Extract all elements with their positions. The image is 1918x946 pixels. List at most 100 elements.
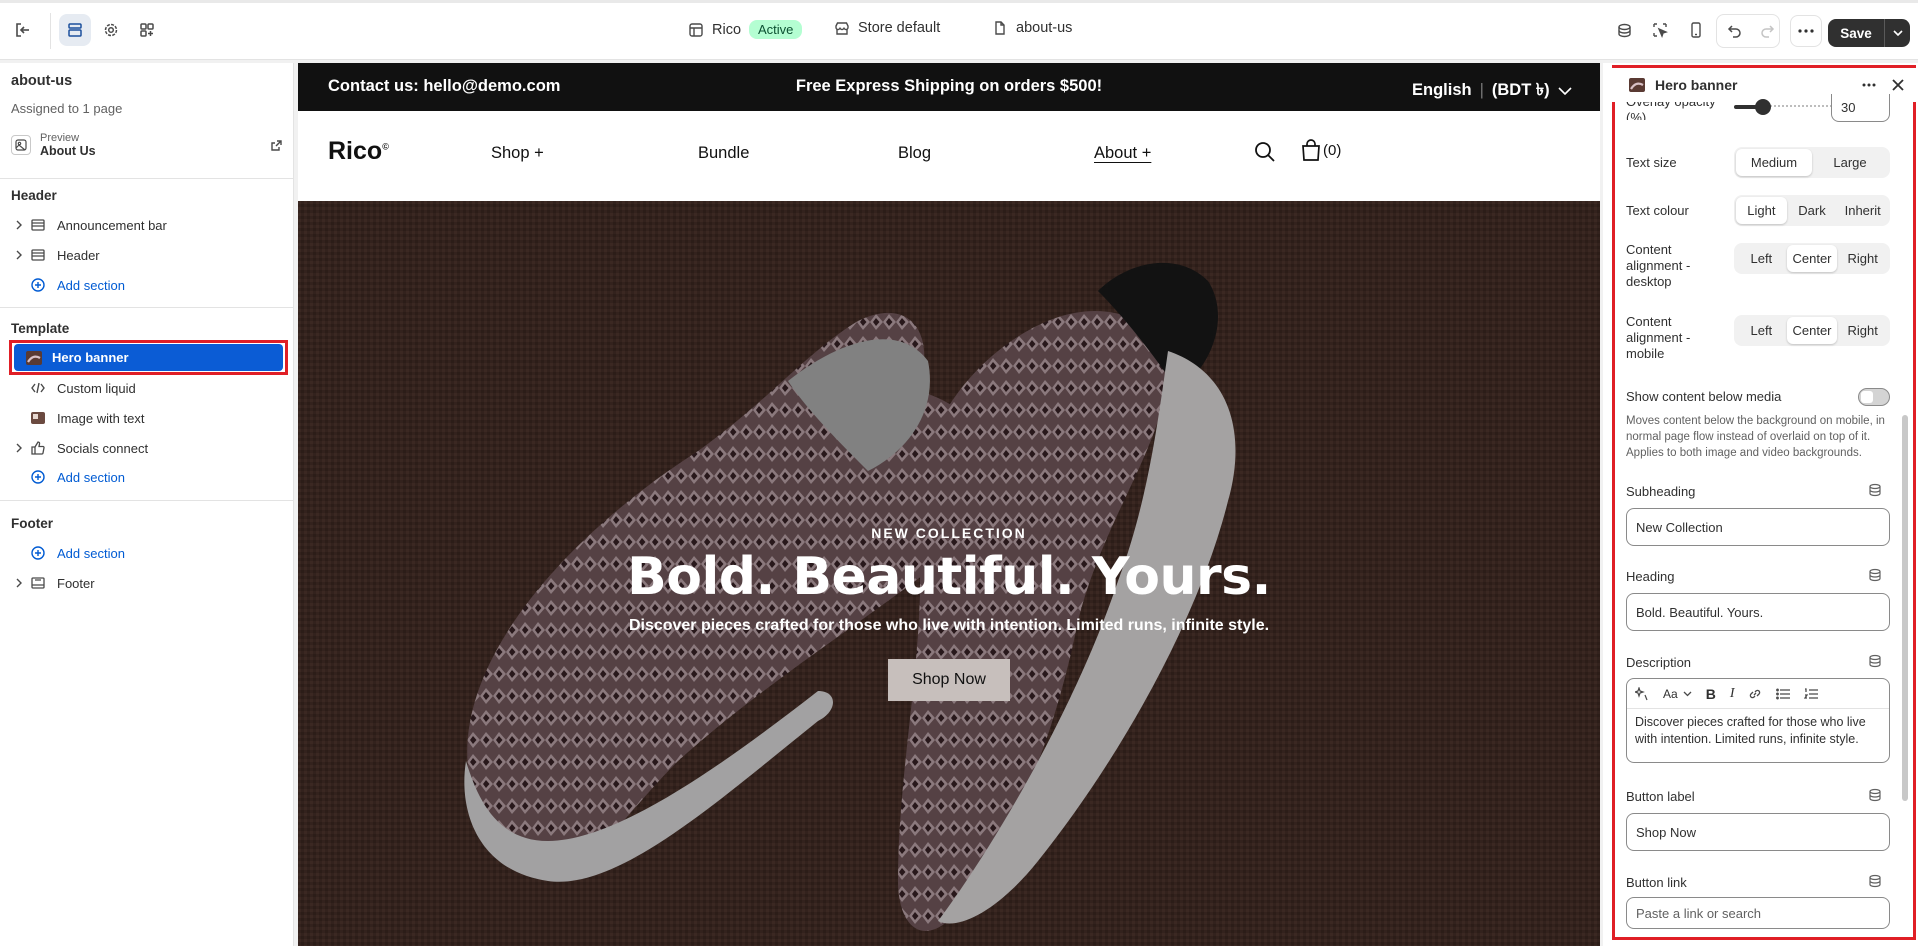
external-link-icon[interactable] (270, 139, 283, 152)
language: English (1412, 81, 1472, 99)
more-actions-button[interactable] (1790, 15, 1822, 47)
add-section-footer[interactable]: Add section (10, 539, 288, 567)
magic-icon[interactable] (1635, 686, 1649, 701)
section-custom-liquid[interactable]: Custom liquid (10, 374, 288, 402)
overlay-value-input[interactable]: 30 (1831, 94, 1890, 122)
more-horizontal-icon[interactable] (1862, 83, 1876, 87)
exit-button[interactable] (6, 14, 38, 46)
exit-icon (13, 21, 31, 39)
dynamic-source-icon[interactable] (1868, 788, 1882, 802)
bold-icon[interactable]: B (1706, 686, 1716, 702)
button-link-input[interactable]: Paste a link or search (1626, 897, 1890, 929)
chevron-right-icon[interactable] (10, 220, 28, 230)
section-socials-connect[interactable]: Socials connect (10, 434, 288, 462)
divider (0, 500, 294, 501)
below-media-label: Show content below media (1626, 389, 1782, 404)
page-name: about-us (1016, 20, 1073, 36)
nav-bundle[interactable]: Bundle (698, 144, 749, 163)
announcement-bar: Contact us: hello@demo.com Free Express … (298, 63, 1600, 111)
below-media-toggle[interactable] (1858, 388, 1890, 406)
text-style-dropdown[interactable]: Aa (1663, 687, 1692, 701)
hero-banner[interactable]: NEW COLLECTION Bold. Beautiful. Yours. D… (298, 201, 1600, 946)
theme-context[interactable]: Rico Active (688, 20, 803, 39)
overlay-slider[interactable] (1734, 99, 1832, 115)
chevron-down-icon[interactable] (1885, 30, 1910, 36)
store-context[interactable]: Store default (834, 20, 940, 36)
heading-input[interactable]: Bold. Beautiful. Yours. (1626, 593, 1890, 631)
hero-shop-now-button[interactable]: Shop Now (888, 659, 1010, 701)
footer-layout-icon (28, 577, 48, 589)
link-icon[interactable] (1748, 687, 1762, 701)
section-label: Footer (57, 575, 95, 591)
inspector-button[interactable] (1608, 14, 1640, 46)
add-section-template[interactable]: Add section (10, 463, 288, 491)
align-mobile-center[interactable]: Center (1786, 317, 1838, 344)
hero-banner-thumbnail-icon (24, 350, 44, 365)
apps-tab[interactable] (131, 14, 163, 46)
description-label: Description (1626, 655, 1692, 670)
button-label-input[interactable]: Shop Now (1626, 813, 1890, 851)
sections-tab[interactable] (59, 14, 91, 46)
dynamic-source-icon[interactable] (1868, 874, 1882, 888)
preview-row[interactable]: Preview About Us (11, 130, 283, 160)
heading-label: Heading (1626, 569, 1675, 584)
text-colour-inherit[interactable]: Inherit (1837, 197, 1888, 224)
announcement-contact[interactable]: Contact us: hello@demo.com (328, 77, 560, 96)
section-hero-banner[interactable]: Hero banner (14, 344, 283, 371)
rich-text-toolbar: Aa B I (1627, 679, 1889, 709)
align-desktop-right[interactable]: Right (1837, 245, 1888, 272)
text-size-medium[interactable]: Medium (1736, 149, 1812, 176)
undo-button[interactable] (1719, 15, 1751, 47)
theme-name: Rico (712, 21, 742, 38)
description-text[interactable]: Discover pieces crafted for those who li… (1627, 709, 1889, 753)
plus-circle-icon (28, 278, 48, 292)
text-style-icon: Aa (1663, 686, 1678, 701)
chevron-right-icon[interactable] (10, 443, 28, 453)
section-announcement-bar[interactable]: Announcement bar (10, 211, 288, 239)
align-mobile-right[interactable]: Right (1837, 317, 1888, 344)
text-size-large[interactable]: Large (1812, 149, 1888, 176)
cursor-select-icon (1652, 22, 1668, 38)
chevron-right-icon[interactable] (10, 578, 28, 588)
align-desktop-center[interactable]: Center (1786, 245, 1838, 272)
align-mobile-left[interactable]: Left (1736, 317, 1787, 344)
select-element-button[interactable] (1644, 14, 1676, 46)
redo-button[interactable] (1751, 15, 1783, 47)
mobile-preview-button[interactable] (1680, 14, 1712, 46)
text-colour-light[interactable]: Light (1736, 197, 1787, 224)
cart-button[interactable]: (0) (1301, 139, 1341, 161)
text-colour-dark[interactable]: Dark (1787, 197, 1838, 224)
nav-blog[interactable]: Blog (898, 144, 931, 163)
overlay-slider-thumb[interactable] (1755, 99, 1771, 115)
section-image-with-text[interactable]: Image with text (10, 404, 288, 432)
theme-icon (688, 22, 704, 38)
subheading-input[interactable]: New Collection (1626, 508, 1890, 546)
section-footer[interactable]: Footer (10, 569, 288, 597)
align-desktop-toggle: Left Center Right (1734, 243, 1890, 274)
nav-about[interactable]: About + (1094, 144, 1151, 163)
close-icon[interactable] (1892, 79, 1904, 91)
chevron-right-icon[interactable] (10, 250, 28, 260)
search-icon[interactable] (1254, 141, 1276, 163)
page-context[interactable]: about-us (992, 20, 1072, 36)
save-button[interactable]: Save (1828, 19, 1910, 47)
bullet-list-icon[interactable] (1776, 688, 1791, 700)
align-desktop-left[interactable]: Left (1736, 245, 1787, 272)
section-label: Socials connect (57, 440, 149, 456)
settings-tab[interactable] (95, 14, 127, 46)
add-section-label: Add section (57, 277, 125, 293)
nav-shop[interactable]: Shop + (491, 144, 544, 163)
section-header[interactable]: Header (10, 241, 288, 269)
thumbs-up-icon (28, 441, 48, 455)
dynamic-source-icon[interactable] (1868, 654, 1882, 668)
button-link-label: Button link (1626, 875, 1687, 890)
italic-icon[interactable]: I (1730, 686, 1735, 702)
plus-circle-icon (28, 546, 48, 560)
store-logo[interactable]: Rico© (328, 137, 389, 166)
numbered-list-icon[interactable] (1804, 687, 1819, 700)
add-section-header[interactable]: Add section (10, 271, 288, 299)
localization-selector[interactable]: English | (BDT ৳) (1412, 77, 1572, 104)
preview-page: About Us (40, 144, 96, 158)
dynamic-source-icon[interactable] (1868, 483, 1882, 497)
dynamic-source-icon[interactable] (1868, 568, 1882, 582)
